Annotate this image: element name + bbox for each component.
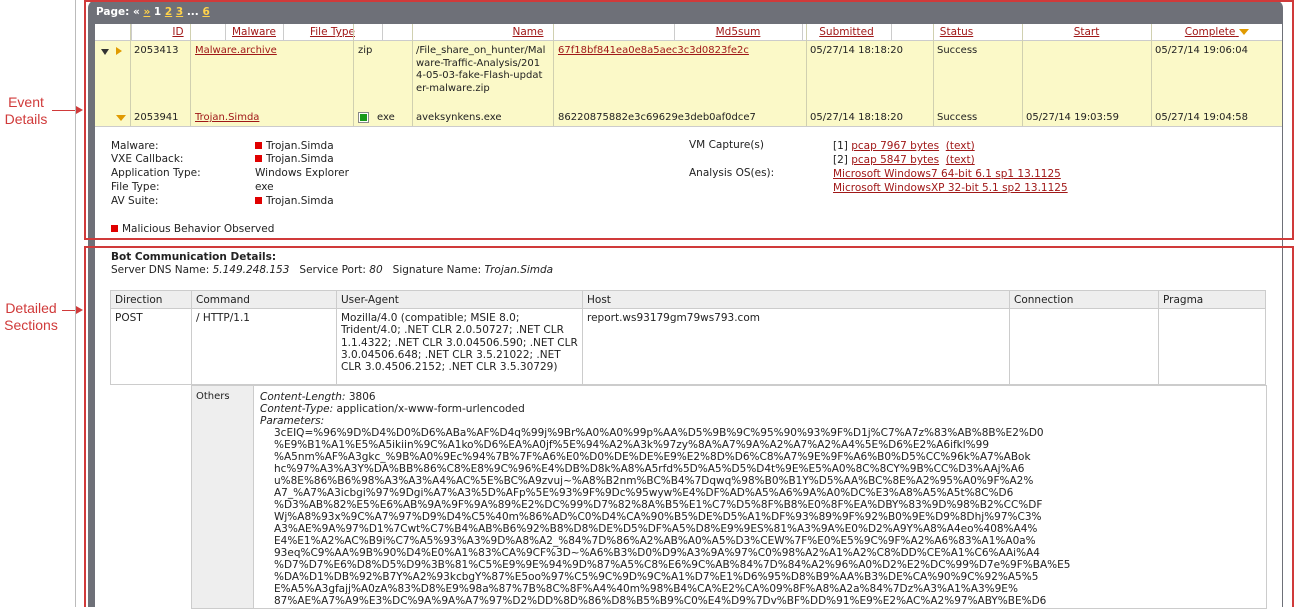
col-header-direction: Direction	[110, 290, 192, 309]
analysis-os-label: Analysis OS(es):	[689, 167, 775, 179]
analysis-os-list: Microsoft Windows7 64-bit 6.1 sp1 13.112…	[833, 167, 1068, 195]
cell-direction: POST	[110, 308, 192, 385]
malicious-behavior-text: Malicious Behavior Observed	[122, 223, 275, 235]
detail-label: Malware:	[111, 140, 159, 152]
red-marker-icon	[255, 197, 262, 204]
parameters-line: A7_%A7%A3icbgi%97%9Dgi%A7%A3%5D%AFp%5E%9…	[274, 487, 1014, 499]
bot-communication-summary: Bot Communication Details: Server DNS Na…	[111, 251, 553, 277]
pcap-download-link[interactable]: pcap 5847 bytes	[851, 154, 939, 166]
col-header-user-agent: User-Agent	[336, 290, 583, 309]
detail-value-text: Trojan.Simda	[266, 153, 334, 165]
col-header-connection: Connection	[1009, 290, 1159, 309]
bot-server-info: Server DNS Name: 5.149.248.153 Service P…	[111, 264, 553, 277]
parameters-line: E%A5%A3gfajj%A0zA%83%D8%E9%98a%87%7B%8C%…	[274, 583, 1018, 595]
analysis-os-link[interactable]: Microsoft WindowsXP 32-bit 5.1 sp2 13.11…	[833, 182, 1068, 194]
port-label: Service Port:	[299, 264, 366, 276]
capture-item: [2] pcap 5847 bytes (text)	[833, 153, 975, 167]
pcap-text-link[interactable]: (text)	[946, 154, 975, 166]
parameters-line: 87%AE%A7%A9%E3%DC%9A%9A%A7%97%D2%DD%8D%8…	[274, 595, 1047, 607]
parameters-line: %D3%AB%82%E5%E6%AB%9A%9F%9A%89%E2%DC%99%…	[274, 499, 1043, 511]
pcap-text-link[interactable]: (text)	[946, 140, 975, 152]
parameters-line: 3cEIQ=%96%9D%D4%D0%D6%ABa%AF%D4q%99j%9Br…	[274, 427, 1044, 439]
parameters-line: hc%97%A3%A3Y%DA%BB%86%C8%E8%9C%96%E4%DB%…	[274, 463, 1025, 475]
detail-value-text: Trojan.Simda	[266, 140, 334, 152]
col-header-host: Host	[582, 290, 1010, 309]
parameters-line: %D7%D7%E6%D8%D5%D9%3B%81%C5%E9%9E%94%9D%…	[274, 559, 1071, 571]
capture-index: [1]	[833, 140, 848, 152]
detail-malware-value: Trojan.Simda	[255, 139, 334, 153]
others-label: Others	[192, 386, 254, 608]
parameters-line: %DA%D1%DB%92%B7Y%A2%93kcbgY%87%E5oo%97%C…	[274, 571, 1039, 583]
annotation-line: Event	[8, 94, 44, 110]
bot-communication-table: Direction Command User-Agent Host Connec…	[110, 290, 1266, 385]
detail-label: File Type:	[111, 181, 160, 193]
content-type-label: Content-Type:	[260, 403, 334, 415]
detail-label: Application Type:	[111, 167, 201, 179]
dns-value: 5.149.248.153	[212, 264, 290, 276]
bot-data-row: POST / HTTP/1.1 Mozilla/4.0 (compatible;…	[110, 308, 1266, 385]
others-content: Content-Length: 3806 Content-Type: appli…	[260, 391, 1260, 607]
annotation-line: Sections	[4, 317, 58, 333]
signature-label: Signature Name:	[392, 264, 482, 276]
red-marker-icon	[111, 225, 118, 232]
parameters-line: %A5nm%AF%A3gkc_%9B%A0%9Ec%94%7B%7F%A6%E0…	[274, 451, 1031, 463]
signature-value: Trojan.Simda	[484, 264, 554, 276]
capture-index: [2]	[833, 154, 848, 166]
annotation-line: Details	[4, 111, 48, 127]
red-marker-icon	[255, 142, 262, 149]
content-length-value: 3806	[348, 391, 376, 403]
detail-vxe-value: Trojan.Simda	[255, 152, 334, 166]
detail-label: AV Suite:	[111, 195, 159, 207]
analysis-os-link[interactable]: Microsoft Windows7 64-bit 6.1 sp1 13.112…	[833, 168, 1061, 180]
parameters-line: E4%E1%A2%AC%B9i%C7%A5%93%A3%9D%A8%A2_%84…	[274, 535, 1036, 547]
annotation-arrow-line	[52, 110, 76, 111]
parameters-line: u%8E%86%B6%98%A3%A3%A4%AC%5E%BC%A9zvuj~%…	[274, 475, 1034, 487]
vm-capture-label: VM Capture(s)	[689, 139, 764, 151]
col-header-pragma: Pragma	[1158, 290, 1266, 309]
detail-file-type-value: exe	[255, 181, 274, 193]
cell-host: report.ws93179gm79ws793.com	[582, 308, 1010, 385]
dns-label: Server DNS Name:	[111, 264, 210, 276]
port-value: 80	[369, 264, 383, 276]
bot-section-title: Bot Communication Details:	[111, 251, 277, 263]
parameters-line: 93eq%C9%AA%9B%90%D4%E0%A1%83%CA%9CF%3D~%…	[274, 547, 1040, 559]
bot-header-row: Direction Command User-Agent Host Connec…	[110, 290, 1266, 309]
cell-command: / HTTP/1.1	[191, 308, 337, 385]
annotation-event-details: Event Details	[0, 94, 52, 128]
annotation-line: Detailed	[5, 300, 57, 316]
parameters-line: Wj%A8%93x%9C%A7%97%D9%D4%C5%40m%86%AD%C0…	[274, 511, 1042, 523]
parameters-label: Parameters:	[260, 415, 325, 427]
parameters-line: A3%AE%9A%97%D1%7Cwt%C7%B4%AB%B6%92%B8%D8…	[274, 523, 1038, 535]
cell-user-agent: Mozilla/4.0 (compatible; MSIE 8.0; Tride…	[336, 308, 583, 385]
detail-app-type-value: Windows Explorer	[255, 167, 349, 179]
detail-value-text: Trojan.Simda	[266, 195, 334, 207]
cell-pragma	[1158, 308, 1266, 385]
detail-av-suite-value: Trojan.Simda	[255, 194, 334, 208]
capture-item: [1] pcap 7967 bytes (text)	[833, 139, 975, 153]
malicious-behavior: Malicious Behavior Observed	[111, 222, 274, 236]
annotation-arrow-line	[62, 310, 76, 311]
cell-connection	[1009, 308, 1159, 385]
parameters-value: 3cEIQ=%96%9D%D4%D0%D6%ABa%AF%D4q%99j%9Br…	[260, 427, 1094, 607]
annotation-detailed-sections: Detailed Sections	[0, 300, 62, 334]
others-section: Others Content-Length: 3806 Content-Type…	[191, 385, 1267, 609]
content-type-value: application/x-www-form-urlencoded	[336, 403, 525, 415]
detail-label: VXE Callback:	[111, 153, 184, 165]
pcap-download-link[interactable]: pcap 7967 bytes	[851, 140, 939, 152]
red-marker-icon	[255, 155, 262, 162]
malware-details: Malware: Trojan.Simda VXE Callback: Troj…	[111, 139, 611, 239]
col-header-command: Command	[191, 290, 337, 309]
parameters-line: %E9%B1%A1%E5%A5ikiin%9C%A1ko%D6%EA%A0jf%…	[274, 439, 990, 451]
vm-capture-list: [1] pcap 7967 bytes (text) [2] pcap 5847…	[833, 139, 975, 167]
content-length-label: Content-Length:	[260, 391, 346, 403]
